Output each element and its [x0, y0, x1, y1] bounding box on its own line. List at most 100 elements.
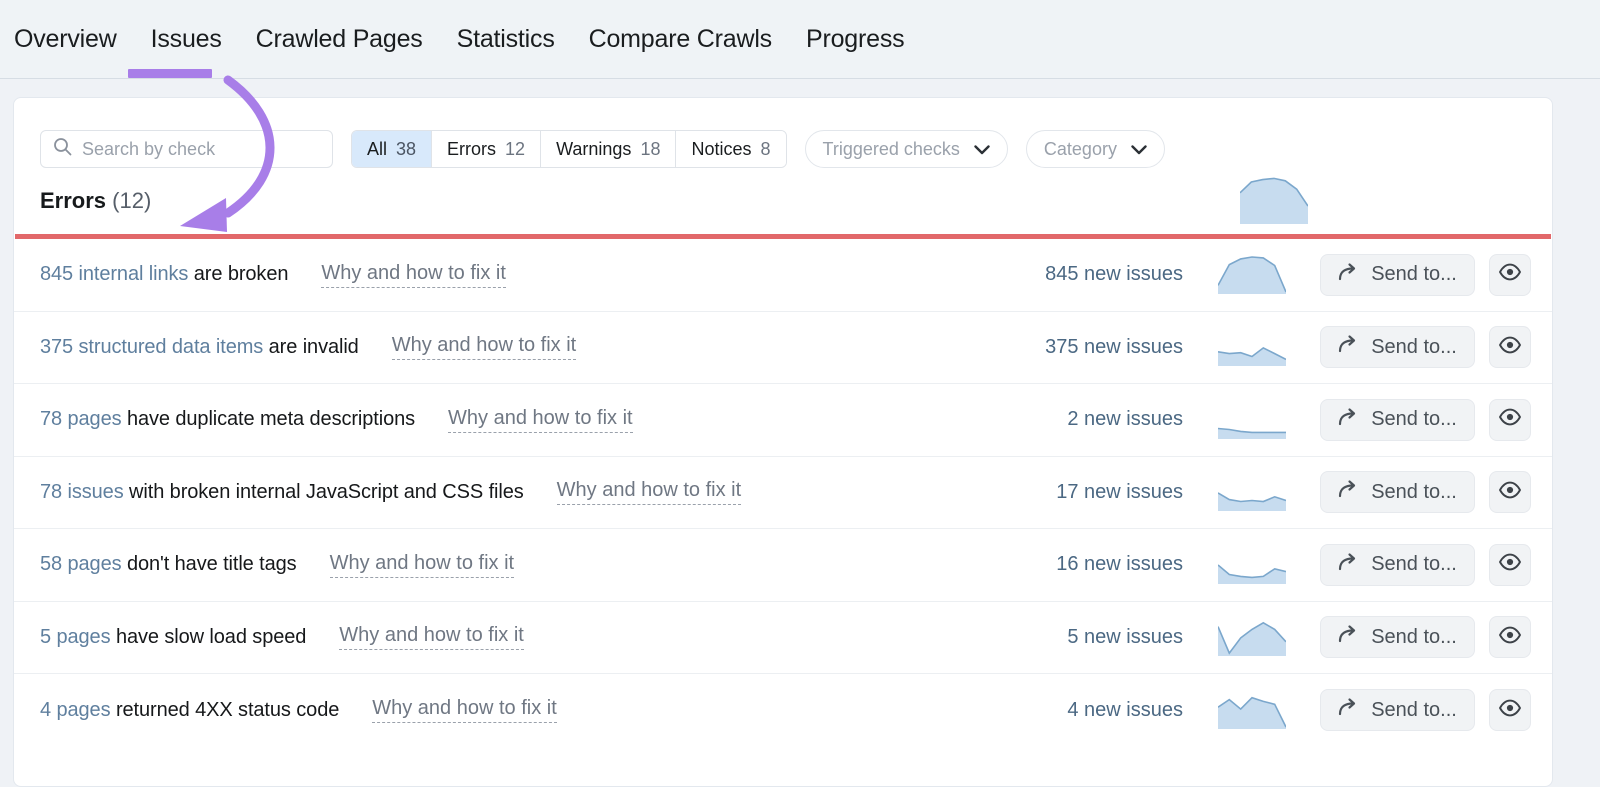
send-to-label: Send to...	[1371, 626, 1457, 649]
row-actions: 2 new issues Send to...	[983, 384, 1552, 456]
issue-description-rest: have duplicate meta descriptions	[122, 408, 416, 430]
issue-count-link[interactable]: 5 pages	[40, 626, 110, 648]
hide-issue-button[interactable]	[1489, 471, 1531, 513]
segment-errors[interactable]: Errors 12	[432, 131, 541, 167]
send-to-button[interactable]: Send to...	[1320, 471, 1475, 513]
table-row[interactable]: 375 structured data items are invalid Wh…	[14, 312, 1552, 385]
send-to-button[interactable]: Send to...	[1320, 399, 1475, 441]
row-sparkline	[1218, 256, 1286, 294]
new-issues-count[interactable]: 375 new issues	[983, 336, 1183, 359]
tab-overview[interactable]: Overview	[14, 27, 117, 52]
send-to-button[interactable]: Send to...	[1320, 544, 1475, 586]
share-arrow-icon	[1338, 624, 1360, 650]
table-row[interactable]: 78 pages have duplicate meta description…	[14, 384, 1552, 457]
segment-warnings-count: 18	[640, 139, 660, 160]
new-issues-count[interactable]: 5 new issues	[983, 626, 1183, 649]
share-arrow-icon	[1338, 552, 1360, 578]
row-actions: 5 new issues Send to...	[983, 602, 1552, 674]
send-to-button[interactable]: Send to...	[1320, 689, 1475, 731]
send-to-button[interactable]: Send to...	[1320, 254, 1475, 296]
hide-issue-button[interactable]	[1489, 254, 1531, 296]
new-issues-count[interactable]: 17 new issues	[983, 481, 1183, 504]
row-sparkline	[1218, 328, 1286, 366]
table-row[interactable]: 4 pages returned 4XX status code Why and…	[14, 674, 1552, 747]
errors-section-header: Errors (12)	[14, 168, 1552, 234]
search-icon	[53, 137, 72, 161]
issue-count-link[interactable]: 78 pages	[40, 408, 122, 430]
why-and-how-link[interactable]: Why and how to fix it	[339, 624, 524, 650]
hide-issue-button[interactable]	[1489, 399, 1531, 441]
tab-compare-crawls[interactable]: Compare Crawls	[589, 27, 772, 52]
issue-description-rest: with broken internal JavaScript and CSS …	[124, 481, 524, 503]
category-dropdown[interactable]: Category	[1026, 130, 1165, 168]
why-and-how-link[interactable]: Why and how to fix it	[330, 552, 515, 578]
new-issues-count[interactable]: 845 new issues	[983, 263, 1183, 286]
row-sparkline	[1218, 546, 1286, 584]
issue-description: 5 pages have slow load speed	[40, 626, 306, 649]
share-arrow-icon	[1338, 697, 1360, 723]
row-sparkline	[1218, 473, 1286, 511]
share-arrow-icon	[1338, 334, 1360, 360]
new-issues-count[interactable]: 2 new issues	[983, 408, 1183, 431]
search-box[interactable]	[40, 130, 333, 168]
chevron-down-icon	[974, 139, 990, 160]
send-to-label: Send to...	[1371, 553, 1457, 576]
why-and-how-link[interactable]: Why and how to fix it	[448, 407, 633, 433]
tab-crawled-pages[interactable]: Crawled Pages	[256, 27, 423, 52]
hide-issue-button[interactable]	[1489, 326, 1531, 368]
issue-description: 845 internal links are broken	[40, 263, 288, 286]
issue-description-rest: don't have title tags	[122, 553, 297, 575]
segment-errors-label: Errors	[447, 139, 496, 160]
new-issues-count[interactable]: 4 new issues	[983, 699, 1183, 722]
send-to-label: Send to...	[1371, 263, 1457, 286]
eye-icon	[1498, 408, 1522, 431]
issue-count-link[interactable]: 845 internal links	[40, 263, 188, 285]
eye-icon	[1498, 336, 1522, 359]
table-row[interactable]: 78 issues with broken internal JavaScrip…	[14, 457, 1552, 530]
tab-progress[interactable]: Progress	[806, 27, 904, 52]
segment-all[interactable]: All 38	[352, 131, 432, 167]
row-actions: 4 new issues Send to...	[983, 674, 1552, 747]
why-and-how-link[interactable]: Why and how to fix it	[392, 334, 577, 360]
eye-icon	[1498, 481, 1522, 504]
issue-count-link[interactable]: 375 structured data items	[40, 336, 263, 358]
issue-count-link[interactable]: 78 issues	[40, 481, 124, 503]
eye-icon	[1498, 553, 1522, 576]
send-to-button[interactable]: Send to...	[1320, 616, 1475, 658]
segment-notices-label: Notices	[691, 139, 751, 160]
share-arrow-icon	[1338, 262, 1360, 288]
search-input[interactable]	[82, 139, 320, 160]
issue-description-rest: are broken	[188, 263, 288, 285]
new-issues-count[interactable]: 16 new issues	[983, 553, 1183, 576]
main-tab-bar: Overview Issues Crawled Pages Statistics…	[0, 0, 1600, 79]
segment-errors-count: 12	[505, 139, 525, 160]
triggered-checks-dropdown[interactable]: Triggered checks	[805, 130, 1008, 168]
issue-description: 58 pages don't have title tags	[40, 553, 297, 576]
why-and-how-link[interactable]: Why and how to fix it	[372, 697, 557, 723]
hide-issue-button[interactable]	[1489, 544, 1531, 586]
table-row[interactable]: 845 internal links are broken Why and ho…	[14, 239, 1552, 312]
issues-list: 845 internal links are broken Why and ho…	[14, 239, 1552, 747]
issue-description: 375 structured data items are invalid	[40, 336, 359, 359]
issue-description: 78 pages have duplicate meta description…	[40, 408, 415, 431]
issue-count-link[interactable]: 58 pages	[40, 553, 122, 575]
table-row[interactable]: 58 pages don't have title tags Why and h…	[14, 529, 1552, 602]
issues-panel: All 38 Errors 12 Warnings 18 Notices 8 T…	[13, 97, 1553, 787]
row-sparkline	[1218, 401, 1286, 439]
why-and-how-link[interactable]: Why and how to fix it	[557, 479, 742, 505]
table-row[interactable]: 5 pages have slow load speed Why and how…	[14, 602, 1552, 675]
category-label: Category	[1044, 139, 1117, 160]
share-arrow-icon	[1338, 479, 1360, 505]
issue-count-link[interactable]: 4 pages	[40, 699, 110, 721]
issue-description-rest: have slow load speed	[110, 626, 306, 648]
tab-statistics[interactable]: Statistics	[457, 27, 555, 52]
segment-warnings[interactable]: Warnings 18	[541, 131, 676, 167]
send-to-button[interactable]: Send to...	[1320, 326, 1475, 368]
tab-issues[interactable]: Issues	[151, 27, 222, 52]
hide-issue-button[interactable]	[1489, 616, 1531, 658]
why-and-how-link[interactable]: Why and how to fix it	[321, 262, 506, 288]
section-title-count: (12)	[112, 188, 151, 213]
triggered-checks-label: Triggered checks	[823, 139, 960, 160]
hide-issue-button[interactable]	[1489, 689, 1531, 731]
segment-notices[interactable]: Notices 8	[676, 131, 785, 167]
